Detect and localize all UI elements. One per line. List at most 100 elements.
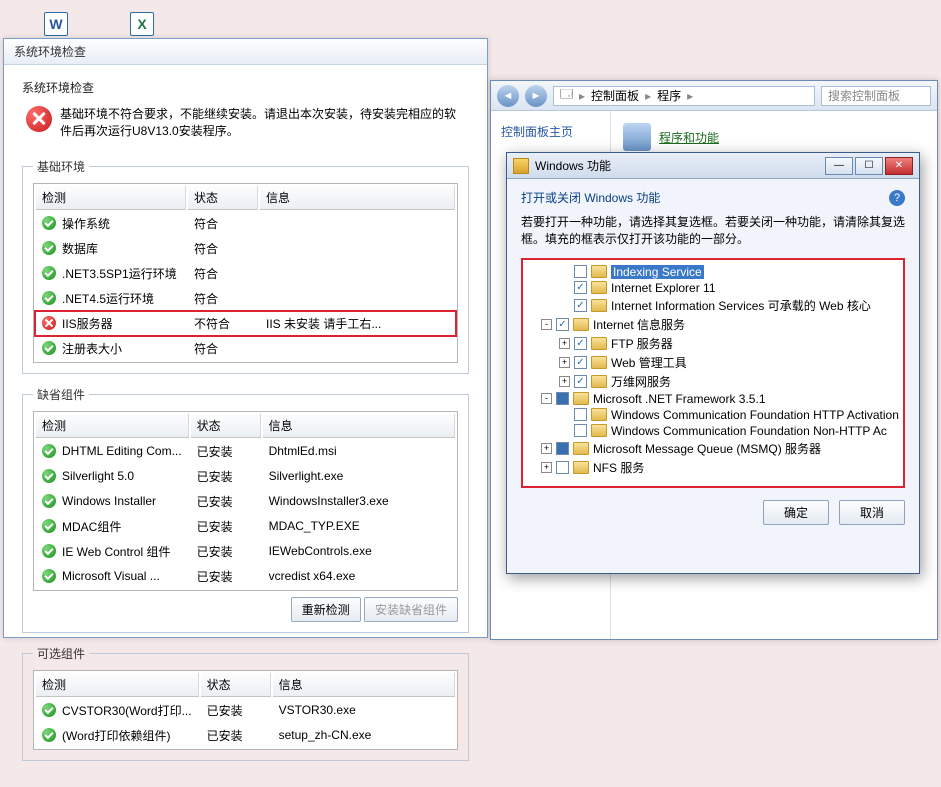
folder-icon [591, 375, 607, 388]
table-row[interactable]: .NET3.5SP1运行环境符合 [36, 262, 455, 285]
col-status[interactable]: 状态 [188, 186, 258, 210]
tree-item[interactable]: Windows Communication Foundation Non-HTT… [523, 423, 903, 439]
expand-icon[interactable]: + [559, 376, 570, 387]
close-button[interactable]: ✕ [885, 157, 913, 175]
expand-icon[interactable]: + [559, 338, 570, 349]
folder-icon [573, 442, 589, 455]
tree-item[interactable]: +FTP 服务器 [523, 334, 903, 353]
tree-item[interactable]: Internet Information Services 可承载的 Web 核… [523, 296, 903, 315]
col-check[interactable]: 检测 [36, 414, 189, 438]
address-bar[interactable]: 🗔 ▸ 控制面板 ▸ 程序 ▸ [553, 86, 815, 106]
error-icon [26, 106, 52, 132]
col-check[interactable]: 检测 [36, 186, 186, 210]
table-row[interactable]: Microsoft Visual ...已安装vcredist x64.exe [36, 565, 455, 588]
checkbox[interactable] [574, 408, 587, 421]
tree-item[interactable]: +万维网服务 [523, 372, 903, 391]
table-row[interactable]: (Word打印依赖组件)已安装setup_zh-CN.exe [36, 724, 455, 747]
table-row[interactable]: IE Web Control 组件已安装IEWebControls.exe [36, 540, 455, 563]
table-row[interactable]: 注册表大小符合 [36, 337, 455, 360]
tree-item[interactable]: + Microsoft Message Queue (MSMQ) 服务器 [523, 439, 903, 458]
features-titlebar[interactable]: Windows 功能 — ☐ ✕ [507, 153, 919, 179]
ok-button[interactable]: 确定 [763, 500, 829, 525]
checkbox[interactable] [574, 356, 587, 369]
programs-features-link[interactable]: 程序和功能 [659, 129, 719, 146]
ok-icon [42, 291, 56, 305]
tree-item[interactable]: Indexing Service [523, 264, 903, 280]
tree-item[interactable]: - Internet 信息服务 [523, 315, 903, 334]
breadcrumb-b[interactable]: 程序 [657, 87, 681, 104]
checkbox[interactable] [574, 337, 587, 350]
tree-item[interactable]: + Web 管理工具 [523, 353, 903, 372]
table-row[interactable]: MDAC组件已安装MDAC_TYP.EXE [36, 515, 455, 538]
tree-item[interactable]: Internet Explorer 11 [523, 280, 903, 296]
table-row[interactable]: .NET4.5运行环境符合 [36, 287, 455, 310]
tree-item[interactable]: Windows Communication Foundation HTTP Ac… [523, 407, 903, 423]
col-check[interactable]: 检测 [36, 673, 199, 697]
spacer [559, 300, 570, 311]
back-button[interactable]: ◄ [497, 85, 519, 107]
status-cell: 已安装 [191, 515, 261, 538]
table-row[interactable]: CVSTOR30(Word打印...已安装VSTOR30.exe [36, 699, 455, 722]
maximize-button[interactable]: ☐ [855, 157, 883, 175]
expand-icon[interactable]: + [541, 443, 552, 454]
tree-item-label: Internet Explorer 11 [611, 281, 716, 295]
info-cell: VSTOR30.exe [273, 699, 455, 722]
excel-icon[interactable]: X [130, 12, 154, 36]
minimize-button[interactable]: — [825, 157, 853, 175]
tree-item-label: Web 管理工具 [611, 354, 687, 371]
forward-button[interactable]: ► [525, 85, 547, 107]
missing-group: 缺省组件 检测 状态 信息 DHTML Editing Com...已安装Dht… [22, 386, 469, 633]
features-tree[interactable]: Indexing ServiceInternet Explorer 11 Inte… [521, 258, 905, 488]
redetect-button[interactable]: 重新检测 [291, 597, 361, 622]
search-input[interactable]: 搜索控制面板 [821, 86, 931, 106]
checkbox[interactable] [574, 375, 587, 388]
checkbox[interactable] [574, 424, 587, 437]
table-row[interactable]: DHTML Editing Com...已安装DhtmlEd.msi [36, 440, 455, 463]
checkbox[interactable] [556, 392, 569, 405]
table-row[interactable]: 操作系统符合 [36, 212, 455, 235]
check-label: Silverlight 5.0 [62, 469, 134, 483]
tree-item[interactable]: -Microsoft .NET Framework 3.5.1 [523, 391, 903, 407]
tree-item[interactable]: +NFS 服务 [523, 458, 903, 477]
windows-features-dialog: Windows 功能 — ☐ ✕ 打开或关闭 Windows 功能 ? 若要打开… [506, 152, 920, 574]
collapse-icon[interactable]: - [541, 393, 552, 404]
checkbox[interactable] [574, 281, 587, 294]
word-icon[interactable]: W [44, 12, 68, 36]
table-row[interactable]: IIS服务器不符合IIS 未安装 请手工右... [36, 312, 455, 335]
checkbox[interactable] [574, 265, 587, 278]
tree-item-label: Internet 信息服务 [593, 316, 685, 333]
tree-item-label: Microsoft Message Queue (MSMQ) 服务器 [593, 440, 821, 457]
ok-icon [42, 341, 56, 355]
col-status[interactable]: 状态 [191, 414, 261, 438]
status-cell: 已安装 [191, 540, 261, 563]
ok-icon [42, 519, 56, 533]
checkbox[interactable] [574, 299, 587, 312]
cancel-button[interactable]: 取消 [839, 500, 905, 525]
checkbox[interactable] [556, 318, 569, 331]
tree-item-label: Internet Information Services 可承载的 Web 核… [611, 297, 871, 314]
help-icon[interactable]: ? [889, 190, 905, 206]
ok-icon [42, 216, 56, 230]
optional-legend: 可选组件 [33, 645, 89, 662]
col-info[interactable]: 信息 [260, 186, 455, 210]
col-info[interactable]: 信息 [263, 414, 455, 438]
status-cell: 已安装 [191, 440, 261, 463]
col-status[interactable]: 状态 [201, 673, 271, 697]
expand-icon[interactable]: + [559, 357, 570, 368]
cp-home-link[interactable]: 控制面板主页 [501, 123, 600, 140]
info-cell: vcredist x64.exe [263, 565, 455, 588]
status-cell: 已安装 [191, 565, 261, 588]
checkbox[interactable] [556, 442, 569, 455]
breadcrumb-a[interactable]: 控制面板 [591, 87, 639, 104]
table-row[interactable]: Windows Installer已安装WindowsInstaller3.ex… [36, 490, 455, 513]
features-title: Windows 功能 [535, 157, 823, 174]
folder-icon [591, 424, 607, 437]
table-row[interactable]: 数据库符合 [36, 237, 455, 260]
col-info[interactable]: 信息 [273, 673, 455, 697]
collapse-icon[interactable]: - [541, 319, 552, 330]
folder-icon: 🗔 [560, 85, 573, 106]
table-row[interactable]: Silverlight 5.0已安装Silverlight.exe [36, 465, 455, 488]
checkbox[interactable] [556, 461, 569, 474]
ok-icon [42, 569, 56, 583]
expand-icon[interactable]: + [541, 462, 552, 473]
